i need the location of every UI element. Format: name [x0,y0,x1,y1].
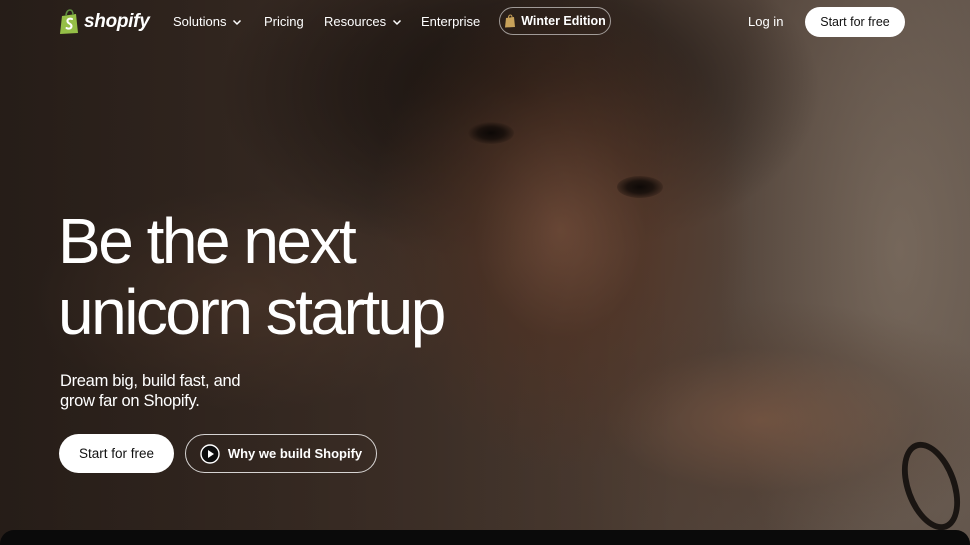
nav-item-solutions[interactable]: Solutions [173,14,242,29]
nav-item-resources[interactable]: Resources [324,14,402,29]
winter-edition-button[interactable]: Winter Edition [499,7,611,35]
subhead-line-1: Dream big, build fast, and [60,372,241,390]
top-navigation: shopify Solutions Pricing Resources Ente… [0,0,970,44]
nav-item-label: Enterprise [421,14,481,29]
nav-item-enterprise[interactable]: Enterprise [421,14,480,29]
headline-line-1: Be the next [58,205,357,277]
winter-edition-label: Winter Edition [521,14,606,28]
shopify-homepage: shopify Solutions Pricing Resources Ente… [0,0,970,545]
why-we-build-label: Why we build Shopify [227,446,363,461]
next-section-edge [0,530,970,545]
subhead-line-2: grow far on Shopify. [60,392,200,410]
shopify-logo[interactable]: shopify [58,9,150,35]
why-we-build-shopify-button[interactable]: Why we build Shopify [185,434,377,473]
shopify-bag-icon [505,14,516,28]
nav-item-label: Solutions [173,14,227,29]
nav-item-label: Resources [324,14,387,29]
brand-name: shopify [84,11,150,32]
start-for-free-button[interactable]: Start for free [59,434,174,473]
headline-line-2: unicorn startup [58,276,446,348]
play-icon [200,443,220,464]
shopify-bag-icon [60,9,78,34]
nav-item-pricing[interactable]: Pricing [264,14,304,29]
hero-subheadline: Dream big, build fast, and grow far on S… [60,371,290,411]
nav-item-label: Pricing [264,14,304,29]
login-link[interactable]: Log in [748,14,783,29]
chevron-down-icon [233,19,242,25]
chevron-down-icon [393,19,402,25]
nav-start-for-free-button[interactable]: Start for free [805,7,905,37]
hero-headline: Be the next unicorn startup [58,205,446,348]
